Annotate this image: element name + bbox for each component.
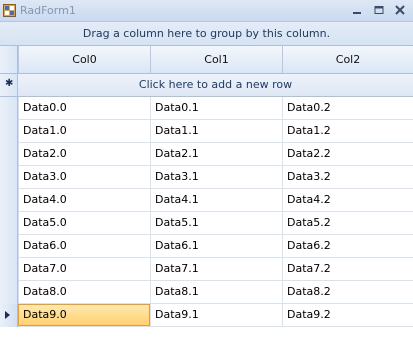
table-cell[interactable]: Data3.1: [150, 166, 282, 188]
table-row[interactable]: Data9.0 Data9.1 Data9.2: [0, 304, 413, 327]
row-indicator[interactable]: [0, 166, 18, 189]
table-cell[interactable]: Data6.2: [282, 235, 413, 257]
table-cell[interactable]: Data7.2: [282, 258, 413, 280]
row-indicator[interactable]: [0, 258, 18, 281]
window-title: RadForm1: [20, 4, 76, 17]
table-cell[interactable]: Data8.0: [18, 281, 150, 303]
table-cell[interactable]: Data0.2: [282, 97, 413, 119]
table-cell[interactable]: Data5.2: [282, 212, 413, 234]
rad-grid-view[interactable]: Drag a column here to group by this colu…: [0, 22, 413, 351]
table-cell[interactable]: Data1.0: [18, 120, 150, 142]
table-cell[interactable]: Data3.0: [18, 166, 150, 188]
row-indicator[interactable]: [0, 120, 18, 143]
table-row[interactable]: Data2.0 Data2.1 Data2.2: [0, 143, 413, 166]
column-header-col1[interactable]: Col1: [150, 46, 282, 73]
title-bar[interactable]: RadForm1: [0, 0, 413, 22]
new-row[interactable]: ✱ Click here to add a new row: [0, 74, 413, 97]
close-icon[interactable]: [392, 3, 408, 18]
table-cell[interactable]: Data5.1: [150, 212, 282, 234]
column-header-col2[interactable]: Col2: [282, 46, 413, 73]
table-cell[interactable]: Data7.0: [18, 258, 150, 280]
column-header-row: Col0 Col1 Col2: [0, 46, 413, 74]
table-row[interactable]: Data8.0 Data8.1 Data8.2: [0, 281, 413, 304]
table-cell[interactable]: Data9.1: [150, 304, 282, 326]
table-cell[interactable]: Data8.1: [150, 281, 282, 303]
row-indicator[interactable]: [0, 281, 18, 304]
table-row[interactable]: Data1.0 Data1.1 Data1.2: [0, 120, 413, 143]
table-cell[interactable]: Data9.2: [282, 304, 413, 326]
add-new-row-text[interactable]: Click here to add a new row: [18, 74, 413, 96]
table-cell[interactable]: Data9.0: [18, 304, 150, 326]
header-indicator-cell: [0, 46, 18, 73]
table-cell[interactable]: Data2.2: [282, 143, 413, 165]
table-cell[interactable]: Data7.1: [150, 258, 282, 280]
table-cell[interactable]: Data1.2: [282, 120, 413, 142]
row-indicator[interactable]: [0, 143, 18, 166]
table-cell[interactable]: Data4.0: [18, 189, 150, 211]
table-cell[interactable]: Data2.0: [18, 143, 150, 165]
new-row-indicator: ✱: [0, 74, 18, 96]
table-cell[interactable]: Data8.2: [282, 281, 413, 303]
asterisk-icon: ✱: [5, 78, 14, 89]
table-row[interactable]: Data4.0 Data4.1 Data4.2: [0, 189, 413, 212]
table-row[interactable]: Data5.0 Data5.1 Data5.2: [0, 212, 413, 235]
row-indicator[interactable]: [0, 189, 18, 212]
table-cell[interactable]: Data6.0: [18, 235, 150, 257]
table-row[interactable]: Data6.0 Data6.1 Data6.2: [0, 235, 413, 258]
table-row[interactable]: Data3.0 Data3.1 Data3.2: [0, 166, 413, 189]
table-cell[interactable]: Data0.1: [150, 97, 282, 119]
row-arrow-icon: [5, 311, 10, 319]
row-indicator[interactable]: [0, 212, 18, 235]
table-cell[interactable]: Data4.1: [150, 189, 282, 211]
app-icon: [3, 4, 16, 17]
table-cell[interactable]: Data0.0: [18, 97, 150, 119]
row-indicator[interactable]: [0, 304, 18, 327]
row-indicator[interactable]: [0, 235, 18, 258]
maximize-icon[interactable]: [371, 3, 387, 18]
table-cell[interactable]: Data2.1: [150, 143, 282, 165]
table-cell[interactable]: Data4.2: [282, 189, 413, 211]
minimize-icon[interactable]: [349, 3, 365, 18]
form-bottom-area: [0, 331, 413, 351]
rad-form-window: RadForm1 Drag a column here to group by …: [0, 0, 413, 351]
table-cell[interactable]: Data5.0: [18, 212, 150, 234]
table-row[interactable]: Data0.0 Data0.1 Data0.2: [0, 97, 413, 120]
table-row[interactable]: Data7.0 Data7.1 Data7.2: [0, 258, 413, 281]
table-cell[interactable]: Data6.1: [150, 235, 282, 257]
table-cell[interactable]: Data3.2: [282, 166, 413, 188]
group-panel[interactable]: Drag a column here to group by this colu…: [0, 22, 413, 46]
column-header-col0[interactable]: Col0: [18, 46, 150, 73]
row-indicator[interactable]: [0, 97, 18, 120]
table-cell[interactable]: Data1.1: [150, 120, 282, 142]
